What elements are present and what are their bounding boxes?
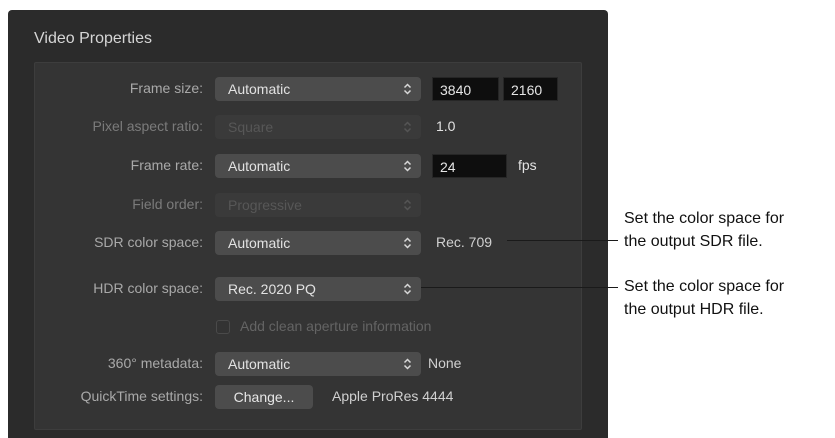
hdr-color-space-popup[interactable]: Rec. 2020 PQ [215,277,421,301]
frame-size-label: Frame size: [129,80,203,96]
up-down-chevron-icon [403,237,412,249]
quicktime-codec-readout: Apple ProRes 4444 [332,388,454,404]
hdr-callout-line2: the output HDR file. [624,301,764,318]
hdr-callout-line [421,287,618,288]
up-down-chevron-icon [403,199,412,211]
up-down-chevron-icon [403,283,412,295]
field-order-label: Field order: [132,196,203,212]
clean-aperture-label: Add clean aperture information [240,318,432,334]
sdr-callout: Set the color space for the output SDR f… [624,207,784,253]
frame-size-value: Automatic [228,81,291,97]
panel-title: Video Properties [34,30,152,47]
hdr-callout: Set the color space for the output HDR f… [624,275,784,321]
frame-height-field[interactable]: 2160 [503,77,558,101]
hdr-color-space-value: Rec. 2020 PQ [228,281,316,297]
pixel-aspect-label: Pixel aspect ratio: [92,118,204,134]
hdr-color-space-label: HDR color space: [93,280,203,296]
sdr-callout-line1: Set the color space for [624,210,785,227]
frame-rate-label: Frame rate: [130,157,203,173]
fps-field[interactable]: 24 [432,154,507,178]
sdr-color-space-value: Automatic [228,235,291,251]
up-down-chevron-icon [403,83,412,95]
pixel-aspect-value: Square [228,119,274,135]
frame-rate-popup[interactable]: Automatic [215,154,421,178]
sdr-readout: Rec. 709 [436,234,493,250]
hdr-callout-line1: Set the color space for [624,278,785,295]
metadata-360-popup[interactable]: Automatic [215,352,421,376]
frame-size-popup[interactable]: Automatic [215,77,421,101]
metadata-360-label: 360° metadata: [107,355,203,371]
sdr-color-space-popup[interactable]: Automatic [215,231,421,255]
metadata-360-value: Automatic [228,356,291,372]
fps-unit-label: fps [518,157,537,173]
frame-width-field[interactable]: 3840 [432,77,499,101]
quicktime-settings-label: QuickTime settings: [80,388,203,404]
up-down-chevron-icon [403,121,412,133]
field-order-value: Progressive [228,197,302,213]
up-down-chevron-icon [403,358,412,370]
pixel-aspect-readout: 1.0 [436,118,456,134]
frame-rate-value: Automatic [228,158,291,174]
sdr-color-space-label: SDR color space: [94,234,203,250]
sdr-callout-line [507,240,618,241]
pixel-aspect-popup: Square [215,115,421,139]
field-order-popup: Progressive [215,193,421,217]
sdr-callout-line2: the output SDR file. [624,233,763,250]
up-down-chevron-icon [403,160,412,172]
metadata-360-readout: None [428,355,462,371]
change-button[interactable]: Change... [215,385,313,409]
clean-aperture-checkbox[interactable] [216,320,230,334]
